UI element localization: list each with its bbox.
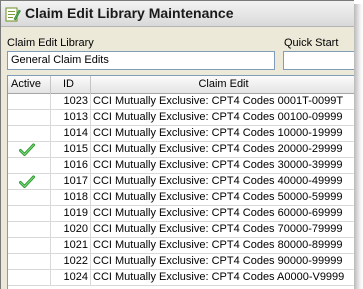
library-field[interactable]: General Claim Edits: [7, 51, 275, 70]
table-row[interactable]: 1013 CCI Mutually Exclusive: CPT4 Codes 0…: [8, 110, 354, 126]
claim-edit-cell: CCI Mutually Exclusive: CPT4 Codes 70000…: [93, 223, 343, 235]
claim-edit-cell: CCI Mutually Exclusive: CPT4 Codes 50000…: [93, 191, 343, 203]
table-row[interactable]: 1022 CCI Mutually Exclusive: CPT4 Codes 9…: [8, 254, 354, 270]
claim-edit-cell: CCI Mutually Exclusive: CPT4 Codes 10000…: [93, 127, 343, 139]
claim-edit-cell: CCI Mutually Exclusive: CPT4 Codes 0001T…: [93, 95, 344, 107]
claim-edit-cell: CCI Mutually Exclusive: CPT4 Codes 30000…: [93, 159, 343, 171]
id-cell: 1019: [51, 206, 91, 222]
id-cell: 1014: [51, 126, 91, 142]
id-cell: 1020: [51, 222, 91, 238]
column-header-claim-edit[interactable]: Claim Edit: [91, 76, 354, 94]
claim-edit-cell: CCI Mutually Exclusive: CPT4 Codes 80000…: [93, 239, 343, 251]
table-row[interactable]: 1015 CCI Mutually Exclusive: CPT4 Codes 2…: [8, 142, 354, 158]
id-cell: 1013: [51, 110, 91, 126]
claim-edit-cell: CCI Mutually Exclusive: CPT4 Codes 00100…: [93, 111, 343, 123]
quick-start-label: Quick Start: [284, 37, 339, 49]
active-cell[interactable]: [8, 190, 51, 206]
checkmark-icon: [19, 175, 35, 188]
id-cell: 1017: [51, 174, 91, 190]
edit-library-icon: [5, 7, 21, 22]
library-label: Claim Edit Library: [7, 37, 94, 49]
claim-edit-cell: CCI Mutually Exclusive: CPT4 Codes A0000…: [93, 271, 345, 283]
id-cell: 1015: [51, 142, 91, 158]
active-cell[interactable]: [8, 206, 51, 222]
active-cell[interactable]: [8, 238, 51, 254]
quick-start-input[interactable]: [283, 51, 354, 70]
active-cell[interactable]: [8, 158, 51, 174]
table-row[interactable]: 1024 CCI Mutually Exclusive: CPT4 Codes A…: [8, 270, 354, 286]
column-header-active[interactable]: Active: [8, 76, 51, 94]
table-row[interactable]: 1019 CCI Mutually Exclusive: CPT4 Codes 6…: [8, 206, 354, 222]
table-row[interactable]: 1023 CCI Mutually Exclusive: CPT4 Codes 0…: [8, 94, 354, 110]
window-title: Claim Edit Library Maintenance: [25, 5, 234, 21]
active-cell[interactable]: [8, 94, 51, 110]
active-cell[interactable]: [8, 254, 51, 270]
table-row[interactable]: 1021 CCI Mutually Exclusive: CPT4 Codes 8…: [8, 238, 354, 254]
id-cell: 1023: [51, 94, 91, 110]
table-row[interactable]: 1020 CCI Mutually Exclusive: CPT4 Codes 7…: [8, 222, 354, 238]
grid-header: Active ID Claim Edit: [8, 76, 354, 94]
id-cell: 1022: [51, 254, 91, 270]
active-cell[interactable]: [8, 126, 51, 142]
checkmark-icon: [19, 143, 35, 156]
table-row[interactable]: 1016 CCI Mutually Exclusive: CPT4 Codes 3…: [8, 158, 354, 174]
claim-edit-cell: CCI Mutually Exclusive: CPT4 Codes 20000…: [93, 143, 343, 155]
active-cell[interactable]: [8, 174, 51, 190]
active-cell[interactable]: [8, 270, 51, 286]
id-cell: 1018: [51, 190, 91, 206]
claim-edit-grid[interactable]: Active ID Claim Edit 1023 CCI Mutually Ex…: [7, 75, 354, 289]
claim-edit-cell: CCI Mutually Exclusive: CPT4 Codes 40000…: [93, 175, 343, 187]
window-shadow: [354, 4, 363, 289]
id-cell: 1016: [51, 158, 91, 174]
id-cell: 1024: [51, 270, 91, 286]
table-row[interactable]: 1014 CCI Mutually Exclusive: CPT4 Codes 1…: [8, 126, 354, 142]
active-cell[interactable]: [8, 110, 51, 126]
title-bar[interactable]: Claim Edit Library Maintenance: [1, 1, 354, 27]
id-cell: 1021: [51, 238, 91, 254]
table-row[interactable]: 1018 CCI Mutually Exclusive: CPT4 Codes 5…: [8, 190, 354, 206]
claim-edit-library-window: Claim Edit Library Maintenance Claim Edi…: [0, 0, 354, 289]
column-header-id[interactable]: ID: [51, 76, 91, 94]
claim-edit-cell: CCI Mutually Exclusive: CPT4 Codes 90000…: [93, 255, 343, 267]
table-row[interactable]: 1017 CCI Mutually Exclusive: CPT4 Codes 4…: [8, 174, 354, 190]
active-cell[interactable]: [8, 142, 51, 158]
active-cell[interactable]: [8, 222, 51, 238]
claim-edit-cell: CCI Mutually Exclusive: CPT4 Codes 60000…: [93, 207, 343, 219]
